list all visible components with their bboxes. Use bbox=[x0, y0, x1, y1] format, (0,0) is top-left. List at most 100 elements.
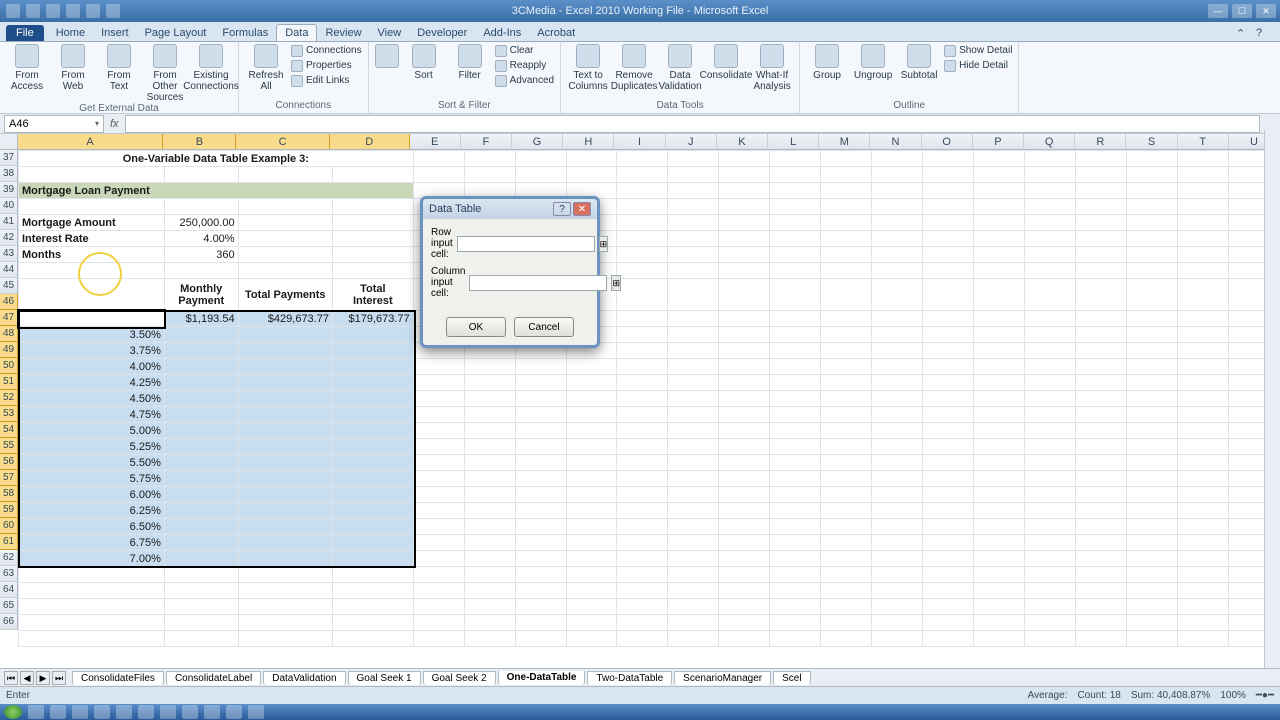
cell[interactable] bbox=[974, 519, 1025, 535]
cell[interactable] bbox=[1127, 151, 1178, 167]
tab-addins[interactable]: Add-Ins bbox=[475, 25, 529, 41]
cell[interactable]: 5.50% bbox=[19, 455, 165, 471]
cell[interactable] bbox=[974, 199, 1025, 215]
cell[interactable] bbox=[332, 263, 413, 279]
taskbar-icon[interactable] bbox=[28, 705, 44, 719]
select-all-corner[interactable] bbox=[0, 134, 18, 149]
cell[interactable] bbox=[413, 151, 464, 167]
cell[interactable] bbox=[1177, 455, 1228, 471]
cell[interactable] bbox=[770, 183, 821, 199]
cell[interactable] bbox=[566, 471, 617, 487]
cell[interactable] bbox=[19, 615, 165, 631]
row-header[interactable]: 48 bbox=[0, 326, 18, 342]
cell[interactable] bbox=[872, 503, 923, 519]
cell[interactable] bbox=[668, 199, 719, 215]
row-header[interactable]: 41 bbox=[0, 214, 18, 230]
col-header[interactable]: A bbox=[18, 134, 164, 149]
cell[interactable] bbox=[515, 359, 566, 375]
cell[interactable] bbox=[923, 311, 974, 327]
cell[interactable] bbox=[974, 455, 1025, 471]
cell[interactable] bbox=[332, 503, 413, 519]
cell[interactable] bbox=[821, 535, 872, 551]
cell[interactable] bbox=[238, 263, 332, 279]
cell[interactable] bbox=[974, 231, 1025, 247]
cell[interactable] bbox=[238, 423, 332, 439]
cell[interactable] bbox=[164, 631, 238, 647]
cell[interactable] bbox=[974, 343, 1025, 359]
cell[interactable] bbox=[1025, 519, 1076, 535]
cell[interactable] bbox=[413, 551, 464, 567]
cell[interactable] bbox=[1177, 535, 1228, 551]
minimize-ribbon-icon[interactable]: ⌃ bbox=[1236, 27, 1250, 41]
cell[interactable] bbox=[668, 343, 719, 359]
cell[interactable] bbox=[923, 567, 974, 583]
cell[interactable] bbox=[974, 327, 1025, 343]
cell[interactable] bbox=[974, 183, 1025, 199]
cell[interactable] bbox=[872, 631, 923, 647]
cell[interactable] bbox=[872, 471, 923, 487]
cell[interactable] bbox=[413, 407, 464, 423]
cell[interactable] bbox=[821, 471, 872, 487]
cell[interactable] bbox=[719, 551, 770, 567]
cell[interactable] bbox=[1025, 631, 1076, 647]
cell[interactable] bbox=[668, 327, 719, 343]
cell[interactable] bbox=[1177, 599, 1228, 615]
cell[interactable] bbox=[1076, 151, 1127, 167]
cell[interactable] bbox=[872, 151, 923, 167]
cell[interactable] bbox=[1025, 311, 1076, 327]
cell[interactable] bbox=[974, 375, 1025, 391]
cell[interactable] bbox=[164, 519, 238, 535]
formula-input[interactable] bbox=[125, 115, 1260, 133]
cell[interactable] bbox=[719, 327, 770, 343]
cell[interactable] bbox=[164, 167, 238, 183]
cell[interactable] bbox=[617, 503, 668, 519]
from-text-button[interactable]: From Text bbox=[98, 44, 140, 92]
cell[interactable] bbox=[238, 167, 332, 183]
cell[interactable] bbox=[464, 375, 515, 391]
cell[interactable] bbox=[1025, 343, 1076, 359]
cell[interactable] bbox=[872, 263, 923, 279]
cell[interactable] bbox=[332, 199, 413, 215]
cell[interactable] bbox=[464, 583, 515, 599]
cell[interactable] bbox=[332, 407, 413, 423]
cell[interactable] bbox=[668, 279, 719, 311]
cell[interactable] bbox=[238, 247, 332, 263]
cell[interactable] bbox=[872, 311, 923, 327]
cell[interactable] bbox=[1127, 455, 1178, 471]
refresh-all-button[interactable]: Refresh All bbox=[245, 44, 287, 92]
cell[interactable] bbox=[872, 391, 923, 407]
cell[interactable] bbox=[719, 247, 770, 263]
cell[interactable] bbox=[164, 615, 238, 631]
cell[interactable] bbox=[1177, 311, 1228, 327]
cell[interactable]: 5.25% bbox=[19, 439, 165, 455]
cell[interactable] bbox=[770, 215, 821, 231]
cell[interactable] bbox=[770, 551, 821, 567]
cell[interactable] bbox=[974, 487, 1025, 503]
cell[interactable] bbox=[872, 599, 923, 615]
cell[interactable] bbox=[1177, 615, 1228, 631]
cell[interactable] bbox=[821, 311, 872, 327]
cell[interactable] bbox=[332, 583, 413, 599]
cell[interactable] bbox=[617, 551, 668, 567]
cell[interactable] bbox=[923, 359, 974, 375]
cell[interactable] bbox=[413, 567, 464, 583]
tab-formulas[interactable]: Formulas bbox=[214, 25, 276, 41]
cell[interactable] bbox=[332, 599, 413, 615]
cell[interactable] bbox=[1076, 439, 1127, 455]
cell[interactable]: 5.75% bbox=[19, 471, 165, 487]
col-header[interactable]: O bbox=[922, 134, 973, 149]
cell[interactable] bbox=[566, 583, 617, 599]
cell[interactable] bbox=[1025, 183, 1076, 199]
cell[interactable] bbox=[719, 439, 770, 455]
tab-insert[interactable]: Insert bbox=[93, 25, 137, 41]
cell[interactable] bbox=[821, 199, 872, 215]
cell[interactable]: Total Payments bbox=[238, 279, 332, 311]
cell[interactable] bbox=[1127, 263, 1178, 279]
ref-select-icon[interactable]: ⊞ bbox=[599, 236, 609, 252]
cell[interactable] bbox=[1025, 215, 1076, 231]
cell[interactable] bbox=[1076, 263, 1127, 279]
sheet-tab[interactable]: ScenarioManager bbox=[674, 671, 771, 685]
cell[interactable] bbox=[164, 327, 238, 343]
cell[interactable] bbox=[719, 487, 770, 503]
text-to-columns-button[interactable]: Text to Columns bbox=[567, 44, 609, 92]
